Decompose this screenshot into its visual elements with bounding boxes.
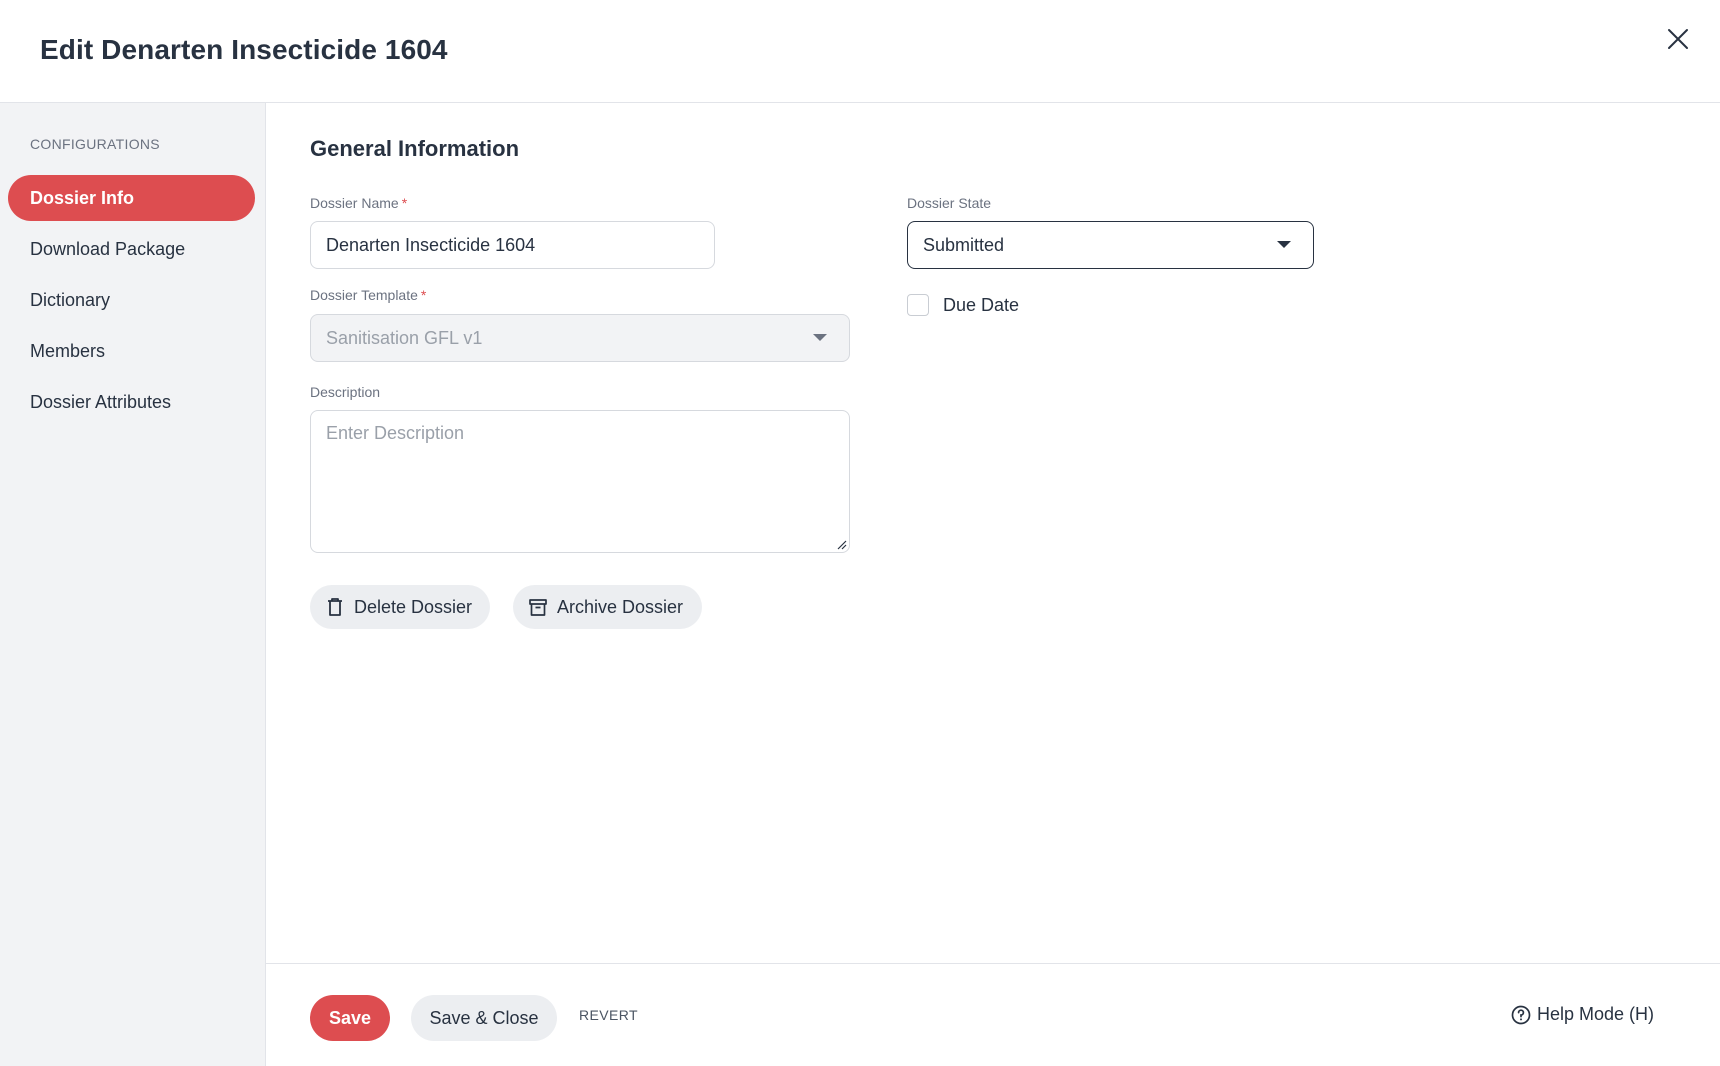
dossier-name-label-text: Dossier Name: [310, 195, 399, 211]
sidebar-item-dossier-attributes[interactable]: Dossier Attributes: [8, 379, 255, 425]
section-title: General Information: [310, 136, 520, 161]
help-circle-icon: [1511, 1005, 1531, 1024]
archive-dossier-label: Archive Dossier: [557, 596, 684, 617]
sidebar-item-label: Download Package: [30, 238, 186, 259]
due-date-label: Due Date: [943, 295, 1020, 315]
help-mode-label: Help Mode (H): [1537, 1004, 1655, 1024]
dossier-template-select: Sanitisation GFL v1: [310, 314, 850, 362]
required-mark: *: [401, 195, 408, 211]
resize-handle-icon[interactable]: [835, 538, 847, 550]
dossier-template-value: Sanitisation GFL v1: [326, 327, 483, 348]
save-button[interactable]: Save: [310, 995, 390, 1041]
save-and-close-button[interactable]: Save & Close: [411, 995, 557, 1041]
due-date-checkbox[interactable]: [907, 294, 929, 316]
sidebar-item-dictionary[interactable]: Dictionary: [8, 277, 255, 323]
dossier-name-input[interactable]: Denarten Insecticide 1604: [310, 221, 715, 269]
dialog-header: Edit Denarten Insecticide 1604: [0, 0, 1720, 103]
archive-dossier-button[interactable]: Archive Dossier: [513, 585, 702, 629]
trash-icon: [328, 598, 342, 616]
chevron-down-icon: [813, 334, 827, 341]
description-label-text: Description: [310, 384, 381, 400]
required-mark: *: [420, 287, 427, 303]
dossier-name-value: Denarten Insecticide 1604: [326, 234, 536, 255]
dossier-state-value: Submitted: [923, 234, 1005, 255]
description-label: Description: [310, 384, 380, 400]
dossier-name-label: Dossier Name *: [310, 195, 407, 211]
description-placeholder: Enter Description: [326, 423, 465, 443]
dossier-template-label-text: Dossier Template: [310, 287, 418, 303]
dossier-state-label: Dossier State: [907, 195, 991, 211]
description-textarea[interactable]: Enter Description: [310, 410, 850, 553]
dossier-state-select[interactable]: Submitted: [907, 221, 1314, 269]
delete-dossier-button[interactable]: Delete Dossier: [310, 585, 490, 629]
help-mode-button[interactable]: Help Mode (H): [1511, 1004, 1654, 1025]
dialog-footer: Save Save & Close REVERT Help Mode (H): [266, 963, 1720, 1066]
sidebar-section-label: CONFIGURATIONS: [30, 136, 160, 152]
sidebar-item-label: Members: [30, 340, 106, 361]
revert-button[interactable]: REVERT: [579, 1007, 638, 1023]
delete-dossier-label: Delete Dossier: [354, 596, 473, 617]
sidebar: CONFIGURATIONS Dossier Info Download Pac…: [0, 103, 266, 1066]
archive-icon: [529, 599, 547, 616]
sidebar-item-dossier-info[interactable]: Dossier Info: [8, 175, 255, 221]
sidebar-item-label: Dossier Info: [30, 187, 135, 208]
chevron-down-icon: [1277, 241, 1291, 248]
sidebar-item-download-package[interactable]: Download Package: [8, 226, 255, 272]
dossier-template-label: Dossier Template *: [310, 287, 426, 303]
close-icon[interactable]: [1665, 26, 1691, 52]
sidebar-item-label: Dossier Attributes: [30, 391, 172, 412]
dossier-state-label-text: Dossier State: [907, 195, 992, 211]
main-content: General Information Dossier Name * Denart…: [266, 103, 1720, 963]
sidebar-item-members[interactable]: Members: [8, 328, 255, 374]
sidebar-item-label: Dictionary: [30, 289, 111, 310]
dialog-title: Edit Denarten Insecticide 1604: [40, 34, 448, 65]
